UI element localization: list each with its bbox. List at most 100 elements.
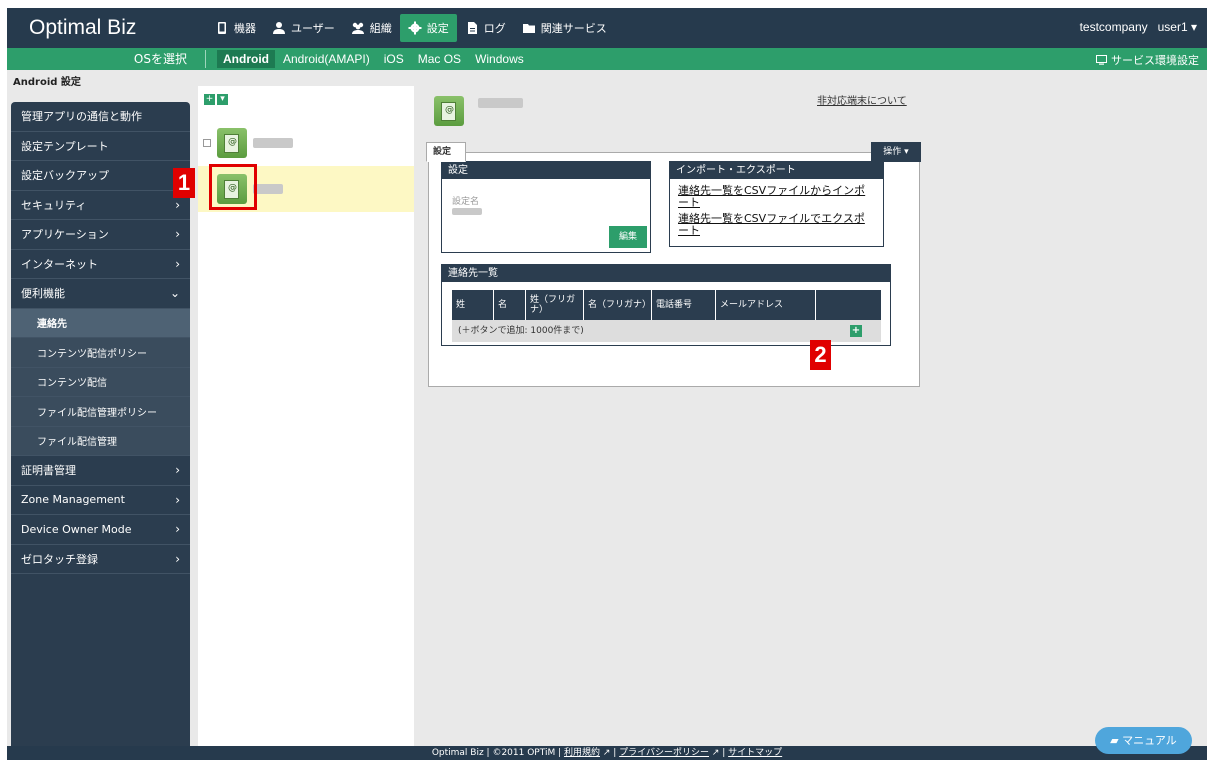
import-export-title: インポート・エクスポート (670, 162, 883, 179)
operation-button[interactable]: 操作 ▾ (871, 142, 921, 162)
sidebar-item-applications[interactable]: アプリケーション › (11, 220, 190, 250)
chevron-right-icon: › (175, 492, 180, 507)
export-csv-link[interactable]: 連絡先一覧をCSVファイルでエクスポート (678, 213, 875, 237)
account-menu[interactable]: testcompany user1 ▾ (1080, 20, 1197, 34)
os-tab-ios[interactable]: iOS (378, 50, 410, 68)
highlight-box-1 (209, 164, 257, 210)
unsupported-devices-link[interactable]: 非対応端末について (817, 92, 907, 107)
nav-users[interactable]: ユーザー (264, 14, 343, 42)
column-email: メールアドレス (716, 290, 816, 320)
profile-checkbox[interactable] (203, 139, 211, 147)
nav-related-services-label: 関連サービス (540, 22, 607, 35)
sidebar-item-zone-management[interactable]: Zone Management › (11, 486, 190, 515)
app-window: Optimal Biz 機器 ユーザー 組織 設定 ログ 関連サービス test… (7, 8, 1207, 760)
os-tab-windows[interactable]: Windows (469, 50, 530, 68)
group-icon (351, 22, 364, 34)
sidebar-item-label: コンテンツ配信ポリシー (37, 348, 147, 360)
sidebar-item-label: アプリケーション (21, 228, 109, 242)
service-settings-link[interactable]: サービス環境設定 (1096, 52, 1199, 68)
app-logo[interactable]: Optimal Biz (29, 16, 136, 40)
chevron-right-icon: › (175, 522, 180, 537)
nav-organization[interactable]: 組織 (343, 14, 400, 42)
contacts-app-icon (434, 96, 464, 126)
sidebar-item-label: 管理アプリの通信と動作 (21, 110, 142, 124)
book-icon: ▰ (1110, 734, 1119, 747)
tab-settings[interactable]: 設定 (426, 142, 466, 162)
nav-settings[interactable]: 設定 (399, 14, 457, 42)
nav-logs[interactable]: ログ (457, 14, 514, 42)
column-first-name: 名 (494, 290, 526, 320)
sidebar-item-label: 設定バックアップ (21, 169, 109, 183)
sidebar-item-utilities[interactable]: 便利機能 ⌄ (11, 279, 190, 309)
sidebar-item-label: インターネット (21, 257, 98, 271)
nav-users-label: ユーザー (291, 22, 335, 35)
sidebar-item-templates[interactable]: 設定テンプレート (11, 132, 190, 161)
nav-organization-label: 組織 (369, 22, 392, 35)
add-profile-buttons: + ▾ (204, 94, 228, 105)
callout-2: 2 (810, 340, 831, 370)
manual-button-label: マニュアル (1122, 734, 1177, 747)
sidebar-item-agent-communication[interactable]: 管理アプリの通信と動作 (11, 102, 190, 132)
sidebar-item-file-policy[interactable]: ファイル配信管理ポリシー (11, 397, 190, 427)
sidebar-item-device-owner[interactable]: Device Owner Mode › (11, 515, 190, 545)
sidebar-title: Android 設定 (13, 77, 81, 88)
document-icon (467, 22, 477, 34)
sidebar-item-label: 連絡先 (37, 319, 67, 331)
chevron-right-icon: › (175, 256, 180, 271)
footer: Optimal Biz | ©2011 OPTiM | 利用規約 ↗ | プライ… (7, 746, 1207, 760)
sidebar-item-contacts[interactable]: 連絡先 (11, 308, 190, 338)
os-tab-android[interactable]: Android (217, 50, 275, 68)
add-profile-button[interactable]: + (204, 94, 215, 105)
sidebar-item-label: ファイル配信管理ポリシー (37, 407, 157, 419)
nav-related-services[interactable]: 関連サービス (514, 14, 615, 42)
main-content: 非対応端末について 設定 操作 ▾ 設定 設定名 編集 インポート・エクスポート… (416, 86, 1207, 746)
nav-settings-label: 設定 (426, 22, 449, 35)
service-settings-label: サービス環境設定 (1111, 54, 1199, 67)
contacts-table: 姓 名 姓（フリガナ） 名（フリガナ） 電話番号 メールアドレス (＋ボタンで追… (452, 290, 881, 342)
edit-button[interactable]: 編集 (609, 226, 647, 248)
select-os-label: OSを選択 (133, 52, 187, 66)
callout-1: 1 (173, 168, 195, 198)
contacts-empty-row: (＋ボタンで追加: 1000件まで) + (452, 320, 881, 342)
sidebar-item-internet[interactable]: インターネット › (11, 250, 190, 279)
sidebar-item-label: コンテンツ配信 (37, 378, 107, 390)
user-icon (273, 22, 285, 34)
redacted-profile-name (253, 184, 283, 194)
column-phone: 電話番号 (652, 290, 716, 320)
sidebar-item-certificates[interactable]: 証明書管理 › (11, 456, 190, 486)
os-bar: OSを選択 Android Android(AMAPI) iOS Mac OS … (7, 48, 1207, 70)
sidebar-item-file-management[interactable]: ファイル配信管理 (11, 426, 190, 456)
nav-devices-label: 機器 (234, 22, 256, 35)
nav-devices[interactable]: 機器 (207, 14, 264, 42)
redacted-setting-name (452, 208, 482, 215)
sidebar-item-label: ファイル配信管理 (37, 437, 117, 449)
chevron-right-icon: › (175, 551, 180, 566)
add-contact-button[interactable]: + (850, 325, 862, 337)
sidebar-menu: 管理アプリの通信と動作 設定テンプレート 設定バックアップ セキュリティ › アプ… (11, 102, 190, 760)
privacy-policy-link[interactable]: プライバシーポリシー (619, 748, 709, 758)
setting-name-label: 設定名 (452, 197, 480, 207)
sidebar-item-zero-touch[interactable]: ゼロタッチ登録 › (11, 545, 190, 574)
add-profile-dropdown-button[interactable]: ▾ (217, 94, 228, 105)
import-csv-link[interactable]: 連絡先一覧をCSVファイルからインポート (678, 185, 875, 209)
sidebar-item-security[interactable]: セキュリティ › (11, 191, 190, 220)
sitemap-link[interactable]: サイトマップ (728, 748, 782, 758)
profile-row[interactable] (198, 120, 414, 166)
column-actions (816, 290, 857, 320)
contacts-list-title: 連絡先一覧 (442, 265, 890, 282)
manual-button[interactable]: ▰ マニュアル (1095, 727, 1192, 754)
sidebar-item-label: 証明書管理 (21, 464, 76, 478)
sidebar-item-content-delivery[interactable]: コンテンツ配信 (11, 367, 190, 397)
sidebar-item-backup[interactable]: 設定バックアップ (11, 161, 190, 191)
sidebar-item-content-policy[interactable]: コンテンツ配信ポリシー (11, 338, 190, 368)
os-tab-macos[interactable]: Mac OS (412, 50, 467, 68)
contacts-table-header: 姓 名 姓（フリガナ） 名（フリガナ） 電話番号 メールアドレス (452, 290, 881, 320)
top-header: Optimal Biz 機器 ユーザー 組織 設定 ログ 関連サービス test… (7, 8, 1207, 48)
column-first-name-kana: 名（フリガナ） (584, 290, 652, 320)
os-tab-android-amapi[interactable]: Android(AMAPI) (277, 50, 376, 68)
settings-panel: 設定 設定名 編集 インポート・エクスポート 連絡先一覧をCSVファイルからイン… (428, 152, 920, 387)
sidebar-item-label: 便利機能 (21, 287, 65, 301)
terms-link[interactable]: 利用規約 (564, 748, 600, 758)
monitor-icon (1096, 55, 1107, 65)
sidebar-item-label: ゼロタッチ登録 (21, 552, 98, 566)
